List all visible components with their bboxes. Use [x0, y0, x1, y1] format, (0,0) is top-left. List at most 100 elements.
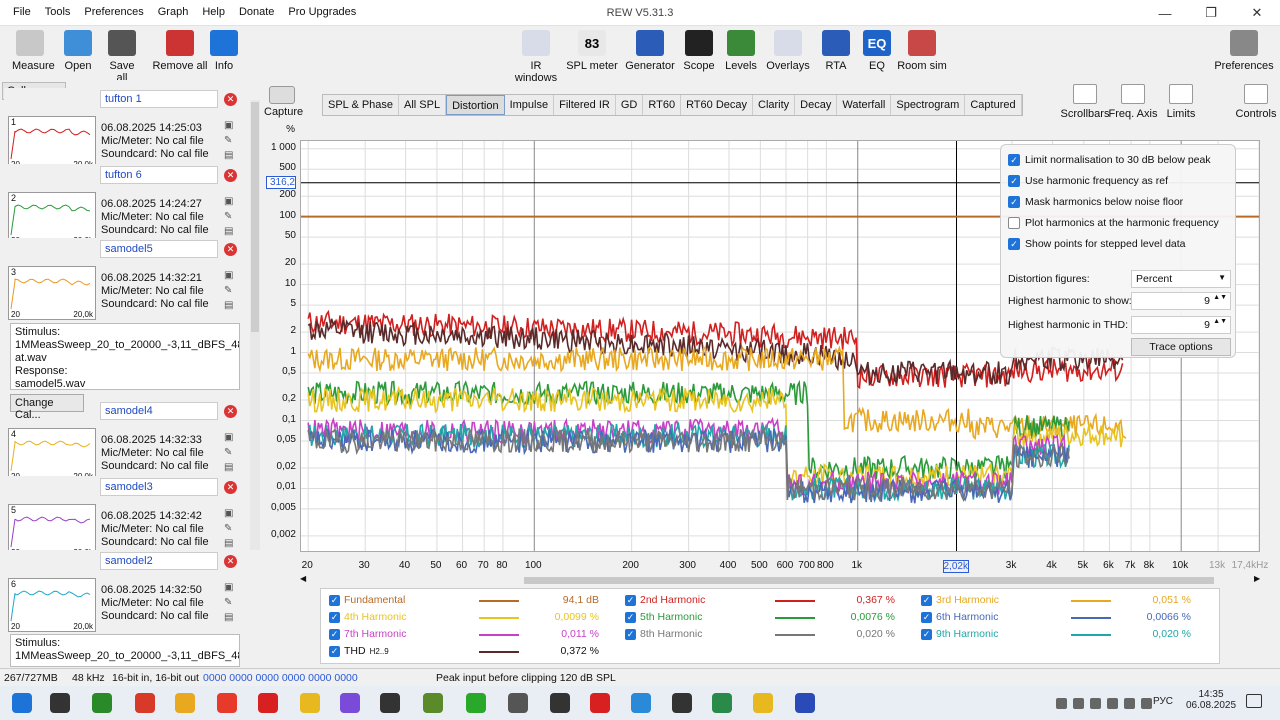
remove-measurement-icon[interactable]: ✕ [224, 481, 237, 494]
checkbox-icon[interactable]: ✓ [921, 628, 932, 640]
scroll-left-icon[interactable]: ◀ [300, 574, 306, 583]
tab-gd[interactable]: GD [616, 95, 644, 115]
measurement-thumbnail[interactable]: 12020,0k [8, 116, 96, 170]
checkbox-icon[interactable]: ✓ [329, 611, 340, 623]
measurement-name-field[interactable]: tufton 6 [100, 166, 218, 184]
legend-item[interactable]: ✓ 4th Harmonic [329, 611, 406, 623]
telegram-icon[interactable] [631, 693, 651, 713]
highest-show-stepper[interactable]: 9 ▲▼ [1131, 292, 1231, 310]
volume-icon[interactable] [1107, 698, 1118, 709]
tab-spectrogram[interactable]: Spectrogram [891, 95, 966, 115]
generator-button[interactable]: Generator [624, 30, 676, 72]
save-measurement-icon[interactable]: ▣ [224, 120, 237, 133]
measurement-name-field[interactable]: samodel4 [100, 402, 218, 420]
clock[interactable]: 14:35 06.08.2025 [1186, 689, 1236, 711]
edit-notes-icon[interactable]: ✎ [224, 135, 237, 148]
legend-item[interactable]: ✓ THD H2..9 [329, 645, 389, 657]
edit-notes-icon[interactable]: ✎ [224, 447, 237, 460]
mp3-app-icon[interactable] [92, 693, 112, 713]
tab-filtered-ir[interactable]: Filtered IR [554, 95, 616, 115]
rew-icon[interactable] [795, 693, 815, 713]
save-measurement-icon[interactable]: ▣ [224, 582, 237, 595]
folder-icon[interactable] [753, 693, 773, 713]
measurement-card[interactable]: 12020,0ktufton 1 ✕ 06.08.2025 14:25:03Mic/… [4, 88, 244, 192]
checkbox-icon[interactable]: ✓ [1008, 196, 1020, 208]
checkbox-icon[interactable]: ✓ [1008, 175, 1020, 187]
remove-measurement-icon[interactable]: ✕ [224, 169, 237, 182]
measurement-card[interactable]: 6 20 20,0k samodel2 ✕ 06.08.2025 14:32:50 Mic/… [4, 550, 244, 632]
joystick-icon[interactable] [550, 693, 570, 713]
scope-button[interactable]: Scope [680, 30, 718, 72]
wifi-icon[interactable] [1124, 698, 1135, 709]
chrome-icon[interactable] [217, 693, 237, 713]
save-all-button[interactable]: Save all [104, 30, 140, 84]
legend-item[interactable]: ✓ 7th Harmonic [329, 628, 406, 640]
remove-all-button[interactable]: Remove all [150, 30, 210, 72]
notification-icon[interactable] [1246, 694, 1262, 708]
measurement-name-field[interactable]: tufton 1 [100, 90, 218, 108]
measurement-thumbnail[interactable]: 6 20 20,0k [8, 578, 96, 632]
distortion-figures-select[interactable]: Percent ▼ [1131, 270, 1231, 288]
tab-captured[interactable]: Captured [965, 95, 1022, 115]
freq-axis-button[interactable]: Freq. Axis [1108, 84, 1158, 120]
app-icon[interactable] [175, 693, 195, 713]
option-checkbox[interactable]: ✓ Use harmonic frequency as ref [1008, 175, 1168, 187]
trace-options-button[interactable]: Trace options [1131, 338, 1231, 356]
tab-all-spl[interactable]: All SPL [399, 95, 447, 115]
stepper-icon[interactable]: ▲▼ [1213, 294, 1227, 301]
option-checkbox[interactable]: Plot harmonics at the harmonic frequency [1008, 217, 1219, 229]
option-checkbox[interactable]: ✓ Mask harmonics below noise floor [1008, 196, 1183, 208]
highest-thd-stepper[interactable]: 9 ▲▼ [1131, 316, 1231, 334]
room-sim-button[interactable]: Room sim [896, 30, 948, 72]
telegram-tray-icon[interactable] [1090, 698, 1101, 709]
option-checkbox[interactable]: ✓ Limit normalisation to 30 dB below peak [1008, 154, 1211, 166]
remove-measurement-icon[interactable]: ✕ [224, 405, 237, 418]
edit-notes-icon[interactable]: ✎ [224, 285, 237, 298]
app-icon[interactable] [300, 693, 320, 713]
checkbox-icon[interactable]: ✓ [1008, 238, 1020, 250]
notes-icon[interactable]: ▤ [224, 300, 237, 313]
rta-button[interactable]: RTA [818, 30, 854, 72]
language-indicator[interactable]: РУС [1153, 696, 1173, 707]
tab-rt60-decay[interactable]: RT60 Decay [681, 95, 753, 115]
graph-hscroll[interactable] [300, 576, 1260, 585]
app-icon[interactable] [423, 693, 443, 713]
hscroll-thumb[interactable] [524, 577, 1214, 584]
app-icon[interactable] [672, 693, 692, 713]
chevron-up-icon[interactable] [1056, 698, 1067, 709]
tab-waterfall[interactable]: Waterfall [837, 95, 892, 115]
checkbox-icon[interactable]: ✓ [1008, 154, 1020, 166]
spl-meter-button[interactable]: 83 SPL meter [566, 30, 618, 72]
measurement-name-field[interactable]: samodel3 [100, 478, 218, 496]
checkbox-icon[interactable]: ✓ [329, 645, 340, 657]
checkbox-icon[interactable]: ✓ [329, 628, 340, 640]
checkbox-icon[interactable]: ✓ [625, 628, 636, 640]
measure-button[interactable]: Measure [12, 30, 55, 72]
tab-decay[interactable]: Decay [795, 95, 838, 115]
checkbox-icon[interactable]: ✓ [625, 611, 636, 623]
save-measurement-icon[interactable]: ▣ [224, 270, 237, 283]
measurement-card[interactable]: 3 20 20,0k samodel5 ✕ 06.08.2025 14:32:21 Mic/… [4, 238, 244, 320]
tab-rt60[interactable]: RT60 [643, 95, 682, 115]
save-measurement-icon[interactable]: ▣ [224, 196, 237, 209]
info-button[interactable]: Info [206, 30, 242, 72]
change-cal-button[interactable]: Change Cal... [10, 394, 84, 421]
edit-notes-icon[interactable]: ✎ [224, 523, 237, 536]
measurement-thumbnail[interactable]: 42020,0k [8, 428, 96, 482]
edit-notes-icon[interactable]: ✎ [224, 211, 237, 224]
levels-button[interactable]: Levels [722, 30, 760, 72]
limits-button[interactable]: Limits [1156, 84, 1206, 120]
minimize-icon[interactable]: — [1142, 0, 1188, 26]
viber-icon[interactable] [340, 693, 360, 713]
measurement-notes-box[interactable]: Stimulus: 1MMeasSweep_20_to_20000_-3,11_d… [10, 634, 240, 667]
controls-button[interactable]: Controls [1234, 84, 1278, 120]
measurement-thumbnail[interactable]: 3 20 20,0k [8, 266, 96, 320]
edit-notes-icon[interactable]: ✎ [224, 597, 237, 610]
app-icon[interactable] [135, 693, 155, 713]
measurement-notes-box[interactable]: Stimulus: 1MMeasSweep_20_to_20000_-3,11_d… [10, 323, 240, 390]
checkbox-icon[interactable]: ✓ [921, 611, 932, 623]
checkbox-icon[interactable]: ✓ [921, 594, 932, 606]
overlays-button[interactable]: Overlays [766, 30, 810, 72]
scroll-right-icon[interactable]: ▶ [1254, 574, 1260, 583]
notes-icon[interactable]: ▤ [224, 150, 237, 163]
